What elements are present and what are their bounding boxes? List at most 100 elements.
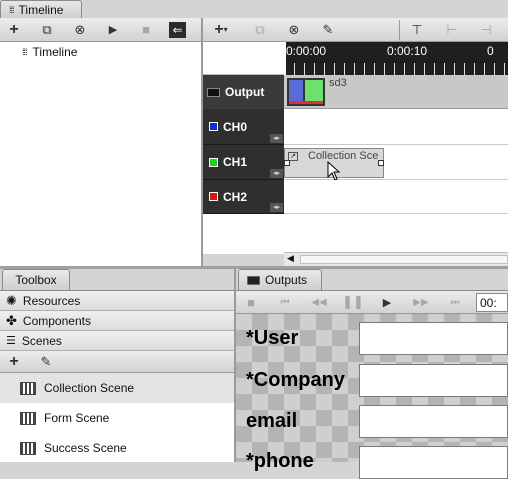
stop-icon[interactable]: ■ [240, 292, 262, 312]
components-icon: ✤ [6, 312, 17, 328]
user-input[interactable] [359, 322, 508, 355]
clip-label: Collection Sce [308, 150, 379, 162]
company-input[interactable] [359, 364, 508, 397]
section-label: Components [22, 313, 91, 328]
timecode-field[interactable]: 00: [476, 293, 508, 312]
playhead[interactable] [284, 42, 286, 75]
clip-trim-handle-right[interactable] [378, 160, 384, 166]
email-input[interactable] [359, 405, 508, 438]
tab-timeline-label: Timeline [18, 2, 64, 17]
timeline-icon: ⁞⁞⁞ [22, 47, 27, 57]
scene-item-form[interactable]: Form Scene [0, 403, 234, 433]
mouse-cursor-icon [327, 161, 341, 181]
channel-color-swatch [209, 157, 218, 167]
channel-options-icon[interactable]: ◂▸ [270, 203, 283, 212]
channel-color-swatch [209, 192, 218, 201]
scene-icon [20, 381, 36, 395]
duplicate-icon[interactable]: ⧉ [249, 20, 271, 40]
stop-icon[interactable]: ■ [135, 20, 157, 40]
align-left-icon[interactable]: ⊢ [441, 20, 463, 40]
section-label: Scenes [21, 333, 62, 348]
timeline-tab-icon: ⁞⁞⁞ [9, 4, 14, 15]
thumb-red [289, 101, 323, 104]
add-scene-icon[interactable]: + [3, 352, 25, 372]
monitor-icon [247, 275, 260, 285]
resources-icon: ✺ [6, 292, 17, 308]
delete-icon[interactable]: ⊗ [283, 20, 305, 40]
edit-icon[interactable]: ✎ [317, 20, 339, 40]
time-mark: 0:00:00 [286, 44, 327, 58]
align-top-icon[interactable]: ⊤ [406, 20, 428, 40]
scene-label: Collection Scene [44, 381, 135, 395]
toolbox-panel: ✺ Resources ✤ Components ☰ Scenes + ✎ Co… [0, 290, 234, 462]
output-thumbnail[interactable] [287, 78, 325, 106]
scene-label: Form Scene [44, 411, 110, 425]
tree-item-label: Timeline [32, 45, 78, 59]
channel-header-ch2[interactable]: CH2 ◂▸ [203, 180, 284, 214]
output-track-header[interactable]: Output [203, 75, 284, 109]
skip-to-end-icon[interactable]: ⏭ [444, 292, 466, 312]
time-mark: 0:00:10 [387, 44, 428, 58]
playback-toolbar: ■ ⏮ ◀◀ ❚❚ ▶ ▶▶ ⏭ 00: [236, 290, 508, 314]
channel-options-icon[interactable]: ◂▸ [270, 134, 283, 143]
scene-icon [20, 441, 36, 455]
fast-forward-icon[interactable]: ▶▶ [410, 292, 432, 312]
tab-timeline[interactable]: ⁞⁞⁞ Timeline [0, 0, 82, 18]
tree-item-timeline[interactable]: ⁞⁞⁞ Timeline [22, 45, 201, 59]
toolbar-divider [399, 20, 400, 40]
skip-to-start-icon[interactable]: ⏮ [274, 292, 296, 312]
scene-icon [20, 411, 36, 425]
add-dropdown-icon[interactable]: + ▾ [207, 20, 235, 40]
section-components[interactable]: ✤ Components [0, 311, 234, 331]
output-clip-name: sd3 [329, 77, 347, 89]
scrollbar-thumb[interactable] [300, 255, 508, 264]
rewind-icon[interactable]: ◀◀ [308, 292, 330, 312]
scene-item-collection[interactable]: Collection Scene [0, 373, 234, 403]
channel-color-swatch [209, 122, 218, 131]
duplicate-icon[interactable]: ⧉ [36, 20, 58, 40]
channel-lane-ch0[interactable] [284, 109, 508, 145]
channel-label: CH2 [223, 189, 248, 204]
phone-input[interactable] [359, 446, 508, 479]
clip-trim-handle-left[interactable] [284, 160, 290, 166]
edit-scene-icon[interactable]: ✎ [35, 352, 57, 372]
channel-header-ch1[interactable]: CH1 ◂▸ [203, 145, 284, 180]
field-label-user: *User [246, 327, 299, 349]
ruler-corner [203, 42, 284, 75]
monitor-icon [207, 87, 220, 97]
ruler-ticks [284, 63, 508, 75]
field-label-email: email [246, 410, 298, 432]
scene-item-success[interactable]: Success Scene [0, 433, 234, 463]
scenes-icon: ☰ [6, 335, 16, 347]
play-icon[interactable]: ▶ [102, 20, 124, 40]
delete-icon[interactable]: ⊗ [69, 20, 91, 40]
tab-toolbox[interactable]: Toolbox [2, 269, 70, 290]
timecode-value: 00: [480, 296, 497, 310]
play-icon[interactable]: ▶ [376, 292, 398, 312]
output-label: Output [225, 85, 265, 99]
align-right-icon[interactable]: ⊣ [475, 20, 497, 40]
channel-options-icon[interactable]: ◂▸ [270, 169, 283, 178]
timeline-tabbar: ⁞⁞⁞ Timeline [0, 0, 203, 18]
scroll-left-icon[interactable]: ◀ [287, 253, 294, 264]
tab-toolbox-label: Toolbox [15, 273, 57, 287]
section-scenes[interactable]: ☰ Scenes [0, 331, 234, 351]
horizontal-scrollbar[interactable]: ◀ [284, 252, 508, 266]
timeline-tree-toolbar: + ⧉ ⊗ ▶ ■ ⇐ [0, 18, 203, 42]
field-label-company: *Company [246, 369, 345, 391]
pause-icon[interactable]: ❚❚ [342, 292, 364, 312]
scene-label: Success Scene [44, 441, 127, 455]
add-icon[interactable]: + [3, 20, 25, 40]
collapse-arrow-icon[interactable]: ⇐ [169, 21, 186, 38]
channel-lane-ch2[interactable] [284, 180, 508, 214]
channel-label: CH0 [223, 119, 248, 134]
time-mark: 0 [487, 44, 494, 58]
time-ruler[interactable]: 0:00:00 0:00:10 0 [284, 42, 508, 75]
timeline-toolbar: + ▾ ⧉ ⊗ ✎ ⊤ ⊢ ⊣ [203, 18, 508, 42]
channel-lane-ch1[interactable]: ↗ Collection Sce [284, 145, 508, 181]
channel-label: CH1 [223, 155, 248, 169]
channel-header-ch0[interactable]: CH0 ◂▸ [203, 109, 284, 145]
output-track-lane: sd3 [284, 75, 508, 109]
section-resources[interactable]: ✺ Resources [0, 291, 234, 311]
tab-outputs[interactable]: Outputs [238, 269, 322, 290]
